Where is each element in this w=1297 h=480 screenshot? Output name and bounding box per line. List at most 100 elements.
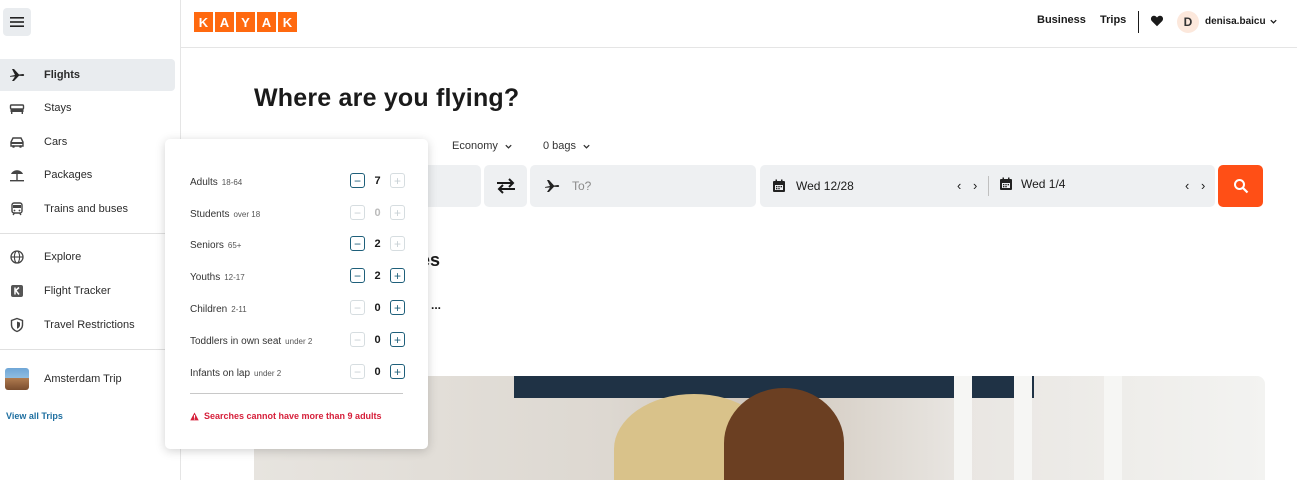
warning-icon xyxy=(190,411,199,420)
sidebar-item-label: Amsterdam Trip xyxy=(44,373,122,385)
plane-icon xyxy=(544,177,562,195)
avatar[interactable]: D xyxy=(1177,11,1199,33)
error-message: Searches cannot have more than 9 adults xyxy=(204,411,382,421)
seniors-stepper: − 2 + xyxy=(350,236,405,251)
kayak-k-icon xyxy=(7,281,27,301)
sidebar-item-label: Packages xyxy=(44,169,93,181)
sidebar-item-packages[interactable]: Packages xyxy=(0,159,175,191)
decrement-button[interactable]: − xyxy=(350,364,365,379)
heart-icon[interactable] xyxy=(1150,14,1164,28)
traveler-row-seniors: Seniors 65+ − 2 + xyxy=(190,236,405,254)
date-divider xyxy=(988,176,989,196)
destination-field[interactable]: To? xyxy=(530,165,756,207)
sidebar-item-explore[interactable]: Explore xyxy=(0,241,175,273)
increment-button[interactable]: + xyxy=(390,268,405,283)
umbrella-icon xyxy=(7,165,27,185)
cabin-class-dropdown[interactable]: Economy xyxy=(452,140,513,152)
calendar-icon xyxy=(998,176,1014,192)
sidebar-item-cars[interactable]: Cars xyxy=(0,126,175,158)
sidebar-item-label: Explore xyxy=(44,251,82,263)
calendar-icon xyxy=(771,177,789,195)
traveler-age-range: 12-17 xyxy=(224,272,245,282)
youths-stepper: − 2 + xyxy=(350,268,405,283)
more-options[interactable]: ... xyxy=(431,298,441,312)
traveler-age-range: under 2 xyxy=(254,368,282,378)
kayak-logo[interactable]: K A Y A K xyxy=(194,12,297,32)
return-date-prev-next[interactable]: ‹ › xyxy=(1185,178,1209,193)
traveler-label: Children xyxy=(190,303,228,315)
increment-button[interactable]: + xyxy=(390,236,405,251)
top-header: K A Y A K Business Trips D denisa.baicu xyxy=(181,0,1297,48)
traveler-row-students: Students over 18 − 0 + xyxy=(190,205,405,223)
decrement-button[interactable]: − xyxy=(350,268,365,283)
depart-date: Wed 12/28 xyxy=(796,179,854,193)
swap-arrows-icon xyxy=(496,178,515,194)
increment-button[interactable]: + xyxy=(390,332,405,347)
car-icon xyxy=(7,132,27,152)
hamburger-menu-button[interactable] xyxy=(3,8,31,36)
traveler-age-range: 2-11 xyxy=(231,304,247,314)
business-link[interactable]: Business xyxy=(1037,14,1086,26)
bags-dropdown[interactable]: 0 bags xyxy=(543,140,591,152)
increment-button[interactable]: + xyxy=(390,173,405,188)
increment-button[interactable]: + xyxy=(390,205,405,220)
bags-label: 0 bags xyxy=(543,140,577,152)
decrement-button[interactable]: − xyxy=(350,300,365,315)
travelers-popup: Adults 18-64 − 7 + Students over 18 − 0 … xyxy=(165,139,428,449)
sidebar-item-label: Flight Tracker xyxy=(44,285,111,297)
logo-letter: K xyxy=(278,12,297,32)
swap-origin-destination-button[interactable] xyxy=(484,165,527,207)
traveler-count: 2 xyxy=(374,269,381,282)
traveler-row-children: Children 2-11 − 0 + xyxy=(190,300,405,318)
bed-icon xyxy=(7,98,27,118)
traveler-count: 0 xyxy=(374,206,381,219)
view-all-trips-link[interactable]: View all Trips xyxy=(6,411,63,421)
traveler-row-infants: Infants on lap under 2 − 0 + xyxy=(190,364,405,382)
sidebar-divider xyxy=(0,349,181,350)
sidebar-item-label: Cars xyxy=(44,136,68,148)
popup-divider xyxy=(190,393,403,394)
sidebar-item-flights[interactable]: Flights xyxy=(0,59,175,91)
traveler-age-range: over 18 xyxy=(233,209,261,219)
user-menu-button[interactable]: denisa.baicu xyxy=(1205,16,1278,27)
decrement-button[interactable]: − xyxy=(350,332,365,347)
sidebar-divider xyxy=(0,233,181,234)
trip-thumbnail xyxy=(5,368,29,390)
return-date: Wed 1/4 xyxy=(1021,177,1066,191)
search-button[interactable] xyxy=(1218,165,1263,207)
chevron-down-icon xyxy=(583,144,590,149)
traveler-row-youths: Youths 12-17 − 2 + xyxy=(190,268,405,286)
sidebar-item-label: Trains and buses xyxy=(44,203,128,215)
chevron-down-icon xyxy=(505,144,512,149)
decrement-button[interactable]: − xyxy=(350,205,365,220)
decrement-button[interactable]: − xyxy=(350,236,365,251)
sidebar-item-trains[interactable]: Trains and buses xyxy=(0,193,175,225)
traveler-count: 0 xyxy=(374,301,381,314)
return-date-field[interactable]: Wed 1/4 xyxy=(998,176,1065,192)
traveler-count: 2 xyxy=(374,237,381,250)
sidebar-item-label: Stays xyxy=(44,102,72,114)
traveler-label: Adults xyxy=(190,176,218,188)
logo-letter: A xyxy=(257,12,276,32)
traveler-age-range: under 2 xyxy=(285,336,313,346)
logo-letter: K xyxy=(194,12,213,32)
sidebar-item-flight-tracker[interactable]: Flight Tracker xyxy=(0,275,175,307)
traveler-label: Infants on lap xyxy=(190,367,251,379)
increment-button[interactable]: + xyxy=(390,364,405,379)
search-icon xyxy=(1233,179,1248,194)
destination-placeholder: To? xyxy=(572,179,592,193)
sidebar-item-stays[interactable]: Stays xyxy=(0,92,175,124)
decrement-button[interactable]: − xyxy=(350,173,365,188)
sidebar-item-amsterdam-trip[interactable]: Amsterdam Trip xyxy=(0,363,175,395)
depart-date-prev-next[interactable]: ‹ › xyxy=(957,178,981,193)
sidebar-item-travel-restrictions[interactable]: Travel Restrictions xyxy=(0,309,175,341)
shield-icon xyxy=(7,315,27,335)
adults-limit-error: Searches cannot have more than 9 adults xyxy=(190,411,382,421)
infants-stepper: − 0 + xyxy=(350,364,405,379)
trips-link[interactable]: Trips xyxy=(1100,14,1126,26)
username-label: denisa.baicu xyxy=(1205,16,1266,27)
increment-button[interactable]: + xyxy=(390,300,405,315)
cabin-class-label: Economy xyxy=(452,140,498,152)
chevron-down-icon xyxy=(1269,19,1277,24)
logo-letter: Y xyxy=(236,12,255,32)
